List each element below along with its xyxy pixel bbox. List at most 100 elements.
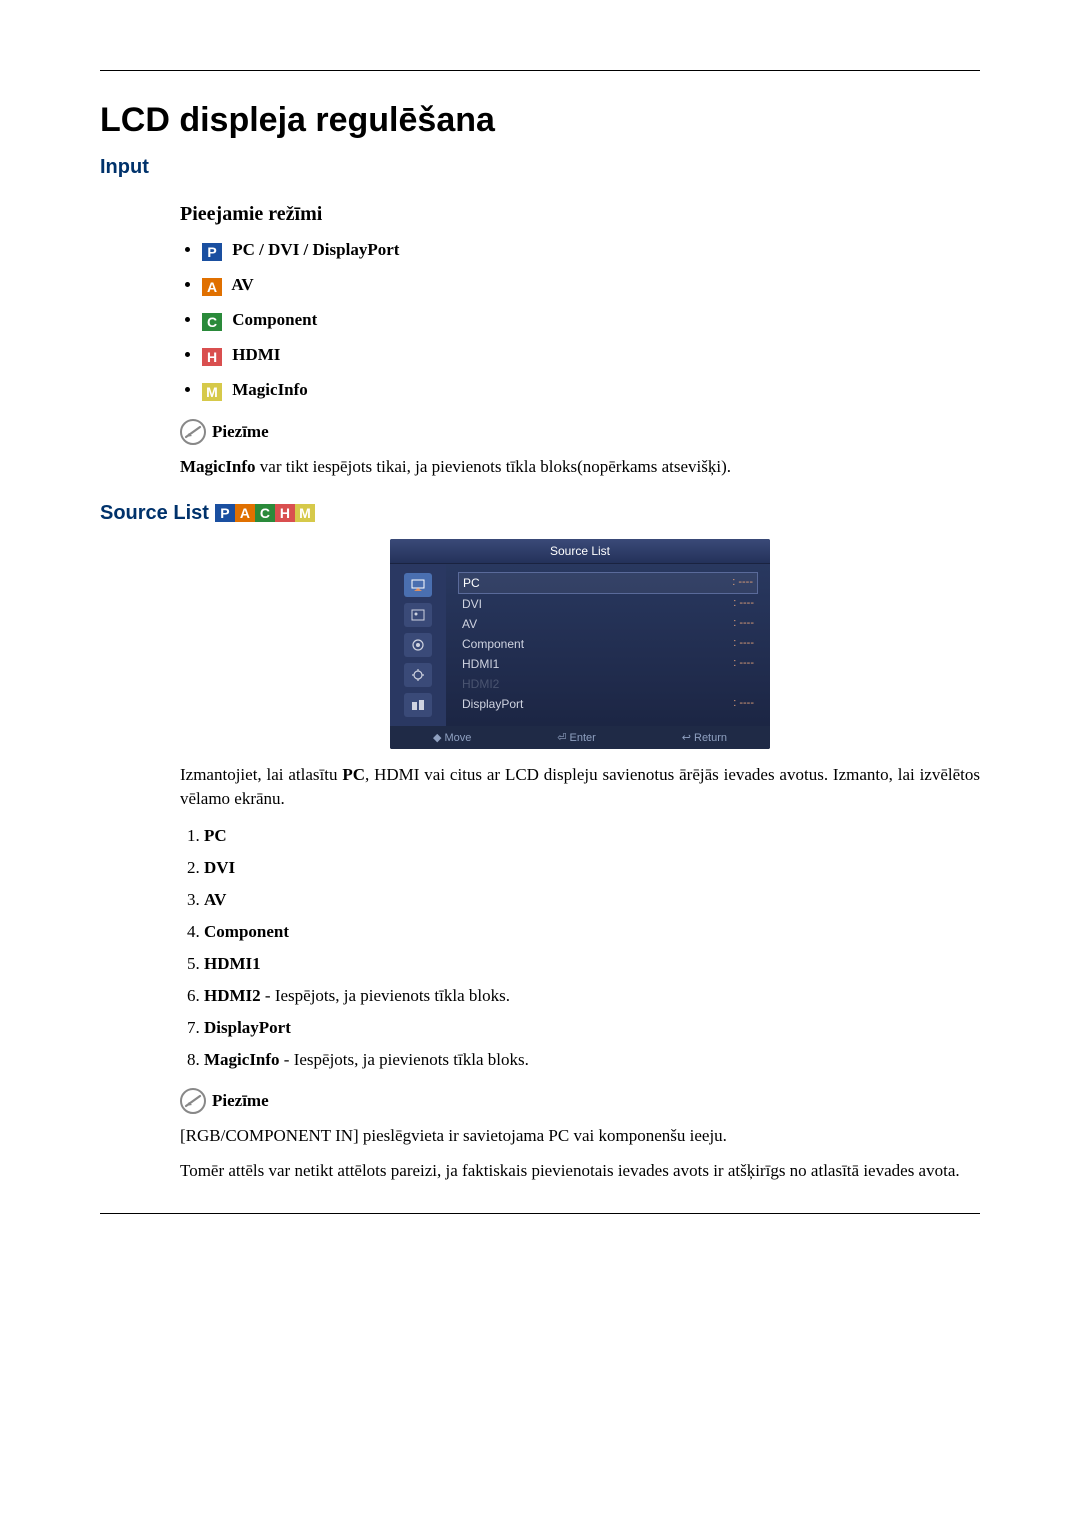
mode-item-pc: P PC / DVI / DisplayPort bbox=[202, 240, 980, 261]
osd-row-val: : ---- bbox=[732, 576, 753, 590]
li-bold: HDMI1 bbox=[204, 954, 261, 973]
li-bold: MagicInfo bbox=[204, 1050, 280, 1069]
p-icon: P bbox=[215, 504, 235, 522]
source-list-heading: Source List P A C H M bbox=[100, 502, 980, 525]
mode-item-hdmi: H HDMI bbox=[202, 345, 980, 366]
mode-label: AV bbox=[231, 275, 253, 294]
list-item: Component bbox=[204, 922, 980, 942]
osd-footer-move: ◆ Move bbox=[433, 731, 471, 744]
mode-item-av: A AV bbox=[202, 275, 980, 296]
mode-item-magicinfo: M MagicInfo bbox=[202, 380, 980, 401]
c-icon: C bbox=[255, 504, 275, 522]
c-icon: C bbox=[202, 313, 222, 331]
source-ordered-list: PC DVI AV Component HDMI1 HDMI2 - Iespēj… bbox=[180, 826, 980, 1070]
p-icon: P bbox=[202, 243, 222, 261]
li-rest: - Iespējots, ja pievienots tīkla bloks. bbox=[261, 986, 510, 1005]
top-rule bbox=[100, 70, 980, 71]
osd-row-val: : ---- bbox=[733, 697, 754, 711]
note-body: MagicInfo var tikt iespējots tikai, ja p… bbox=[180, 455, 980, 480]
note-icon bbox=[180, 1088, 206, 1114]
osd-body: PC : ---- DVI : ---- AV : ---- Compone bbox=[390, 564, 770, 726]
list-item: AV bbox=[204, 890, 980, 910]
li-bold: HDMI2 bbox=[204, 986, 261, 1005]
m-icon: M bbox=[202, 383, 222, 401]
source-description: Izmantojiet, lai atlasītu PC, HDMI vai c… bbox=[180, 763, 980, 812]
osd-tab-icon-source bbox=[404, 573, 432, 597]
osd-tab-icon-sound bbox=[404, 633, 432, 657]
li-rest: - Iespējots, ja pievienots tīkla bloks. bbox=[280, 1050, 529, 1069]
osd-screenshot-wrap: Source List bbox=[180, 539, 980, 749]
a-icon: A bbox=[235, 504, 255, 522]
osd-row-dvi: DVI : ---- bbox=[458, 594, 758, 614]
mode-item-component: C Component bbox=[202, 310, 980, 331]
osd-row-label: DVI bbox=[462, 597, 482, 611]
osd-row-displayport: DisplayPort : ---- bbox=[458, 694, 758, 714]
li-bold: Component bbox=[204, 922, 289, 941]
osd-footer-return: ↩ Return bbox=[682, 731, 727, 744]
osd-tab-icon-multi bbox=[404, 693, 432, 717]
osd-tab-icon-setup bbox=[404, 663, 432, 687]
icon-strip: P A C H M bbox=[215, 504, 315, 522]
osd-row-val: : ---- bbox=[733, 597, 754, 611]
li-bold: DVI bbox=[204, 858, 235, 877]
li-bold: DisplayPort bbox=[204, 1018, 291, 1037]
osd-footer-enter: ⏎ Enter bbox=[557, 731, 596, 744]
list-item: DisplayPort bbox=[204, 1018, 980, 1038]
osd-row-label: HDMI1 bbox=[462, 657, 499, 671]
osd-row-val: : ---- bbox=[733, 657, 754, 671]
available-modes-heading: Pieejamie režīmi bbox=[180, 203, 980, 226]
mode-label: Component bbox=[232, 310, 317, 329]
osd-row-val: : ---- bbox=[733, 637, 754, 651]
note-bold: MagicInfo bbox=[180, 457, 256, 476]
page: LCD displeja regulēšana Input Pieejamie … bbox=[0, 0, 1080, 1294]
osd-row-pc: PC : ---- bbox=[458, 572, 758, 594]
input-content: Pieejamie režīmi P PC / DVI / DisplayPor… bbox=[180, 203, 980, 480]
desc-bold: PC bbox=[342, 765, 365, 784]
source-list-title: Source List bbox=[100, 502, 209, 525]
osd-tab-icon-picture bbox=[404, 603, 432, 627]
list-item: DVI bbox=[204, 858, 980, 878]
osd-footer: ◆ Move ⏎ Enter ↩ Return bbox=[390, 726, 770, 749]
bottom-rule bbox=[100, 1213, 980, 1214]
osd-row-hdmi2: HDMI2 bbox=[458, 674, 758, 694]
osd-sidebar bbox=[390, 564, 446, 726]
li-bold: AV bbox=[204, 890, 226, 909]
list-item: HDMI2 - Iespējots, ja pievienots tīkla b… bbox=[204, 986, 980, 1006]
list-item: PC bbox=[204, 826, 980, 846]
note2-p1: [RGB/COMPONENT IN] pieslēgvieta ir savie… bbox=[180, 1124, 980, 1149]
h-icon: H bbox=[202, 348, 222, 366]
desc-pre: Izmantojiet, lai atlasītu bbox=[180, 765, 342, 784]
li-bold: PC bbox=[204, 826, 227, 845]
osd-row-label: HDMI2 bbox=[462, 677, 499, 691]
osd-row-label: Component bbox=[462, 637, 524, 651]
osd-title: Source List bbox=[390, 539, 770, 564]
source-content: Source List bbox=[180, 539, 980, 1184]
osd-row-label: AV bbox=[462, 617, 477, 631]
section-input-title: Input bbox=[100, 156, 980, 179]
note2-p2: Tomēr attēls var netikt attēlots pareizi… bbox=[180, 1159, 980, 1184]
note-row: Piezīme bbox=[180, 419, 980, 445]
osd-row-av: AV : ---- bbox=[458, 614, 758, 634]
osd-row-label: PC bbox=[463, 576, 480, 590]
list-item: HDMI1 bbox=[204, 954, 980, 974]
mode-label: MagicInfo bbox=[232, 380, 308, 399]
note-label: Piezīme bbox=[212, 422, 269, 442]
a-icon: A bbox=[202, 278, 222, 296]
note2-row: Piezīme bbox=[180, 1088, 980, 1114]
h-icon: H bbox=[275, 504, 295, 522]
osd-row-label: DisplayPort bbox=[462, 697, 523, 711]
osd-row-val: : ---- bbox=[733, 617, 754, 631]
note-rest: var tikt iespējots tikai, ja pievienots … bbox=[256, 457, 731, 476]
mode-label: HDMI bbox=[232, 345, 280, 364]
list-item: MagicInfo - Iespējots, ja pievienots tīk… bbox=[204, 1050, 980, 1070]
osd-row-component: Component : ---- bbox=[458, 634, 758, 654]
mode-label: PC / DVI / DisplayPort bbox=[232, 240, 399, 259]
page-title: LCD displeja regulēšana bbox=[100, 101, 980, 140]
note-icon bbox=[180, 419, 206, 445]
note2-label: Piezīme bbox=[212, 1091, 269, 1111]
m-icon: M bbox=[295, 504, 315, 522]
osd-row-hdmi1: HDMI1 : ---- bbox=[458, 654, 758, 674]
osd-window: Source List bbox=[390, 539, 770, 749]
osd-rows: PC : ---- DVI : ---- AV : ---- Compone bbox=[446, 564, 770, 726]
mode-list: P PC / DVI / DisplayPort A AV C Componen… bbox=[180, 240, 980, 401]
